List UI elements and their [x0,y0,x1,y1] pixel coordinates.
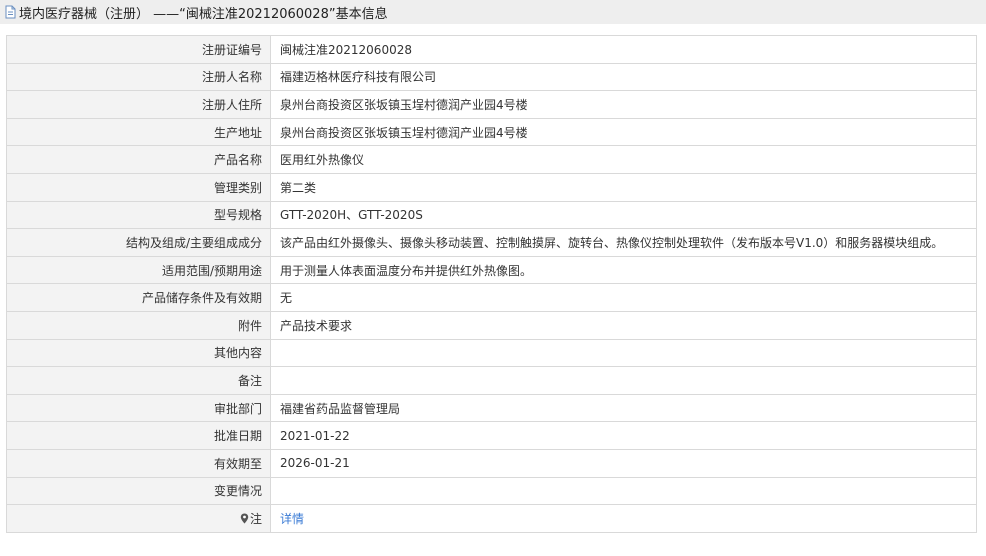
field-value: 无 [270,283,977,312]
table-row: 产品储存条件及有效期无 [6,283,977,312]
table-row: 注册人名称 福建迈格林医疗科技有限公司 [6,62,977,92]
field-value: 泉州台商投资区张坂镇玉埕村德润产业园4号楼 [270,117,977,147]
table-row: 产品名称 医用红外热像仪 [6,145,977,174]
info-table: 注册证编号 闽械注准20212060028 注册人名称 福建迈格林医疗科技有限公司 注册… [6,35,977,533]
table-row: 管理类别 第二类 [6,172,977,202]
field-label: 注册证编号 [6,35,271,64]
field-value: 2021-01-22 [270,421,977,450]
page-title: 境内医疗器械（注册） ——“闽械注准20212060028”基本信息 [19,6,388,22]
field-label: 有效期至 [6,448,271,478]
field-value: 福建迈格林医疗科技有限公司 [270,62,977,92]
table-row: 有效期至 2026-01-21 [6,448,977,478]
field-value [270,338,977,368]
table-row: 注册人住所 泉州台商投资区张坂镇玉埕村德润产业园4号楼 [6,90,977,119]
field-value: 第二类 [270,172,977,202]
field-label: 适用范围/预期用途 [6,255,271,285]
info-table-body: 注册证编号 闽械注准20212060028 注册人名称 福建迈格林医疗科技有限公司 注册… [6,35,977,533]
table-row-note: 注 详情 [6,504,977,533]
table-row: 审批部门 福建省药品监督管理局 [6,393,977,423]
field-value: 用于测量人体表面温度分布并提供红外热像图。 [270,255,977,285]
field-label: 批准日期 [6,421,271,450]
field-value: 福建省药品监督管理局 [270,393,977,423]
table-row: 适用范围/预期用途 用于测量人体表面温度分布并提供红外热像图。 [6,255,977,285]
field-value: 2026-01-21 [270,448,977,478]
table-row: 生产地址 泉州台商投资区张坂镇玉埕村德润产业园4号楼 [6,117,977,147]
field-value: 该产品由红外摄像头、摄像头移动装置、控制触摸屏、旋转台、热像仪控制处理软件（发布… [270,228,977,257]
field-label: 附件 [6,310,271,340]
field-label: 产品名称 [6,145,271,174]
note-label-cell: 注 [6,504,271,533]
field-label: 生产地址 [6,117,271,147]
field-label: 管理类别 [6,172,271,202]
document-icon [4,5,17,19]
field-label: 备注 [6,366,271,395]
field-value: GTT-2020H、GTT-2020S [270,200,977,230]
field-value: 医用红外热像仪 [270,145,977,174]
table-row: 注册证编号 闽械注准20212060028 [6,35,977,64]
table-row: 结构及组成/主要组成成分 该产品由红外摄像头、摄像头移动装置、控制触摸屏、旋转台、… [6,228,977,257]
field-label: 注册人住所 [6,90,271,119]
field-value: 闽械注准20212060028 [270,35,977,64]
field-value: 泉州台商投资区张坂镇玉埕村德润产业园4号楼 [270,90,977,119]
field-value [270,476,977,506]
field-label: 结构及组成/主要组成成分 [6,228,271,257]
table-row: 变更情况 [6,476,977,506]
field-label: 其他内容 [6,338,271,368]
field-label: 型号规格 [6,200,271,230]
table-row: 其他内容 [6,338,977,368]
field-value: 产品技术要求 [270,310,977,340]
field-label: 产品储存条件及有效期 [6,283,271,312]
field-label: 审批部门 [6,393,271,423]
field-value [270,366,977,395]
table-row: 附件 产品技术要求 [6,310,977,340]
field-label: 注册人名称 [6,62,271,92]
details-link[interactable]: 详情 [280,512,304,526]
location-pin-icon [240,513,249,524]
table-row: 备注 [6,366,977,395]
page-header: 境内医疗器械（注册） ——“闽械注准20212060028”基本信息 [0,0,986,24]
note-label: 注 [249,511,262,526]
table-row: 批准日期 2021-01-22 [6,421,977,450]
note-value-cell: 详情 [270,504,977,533]
table-row: 型号规格 GTT-2020H、GTT-2020S [6,200,977,230]
field-label: 变更情况 [6,476,271,506]
